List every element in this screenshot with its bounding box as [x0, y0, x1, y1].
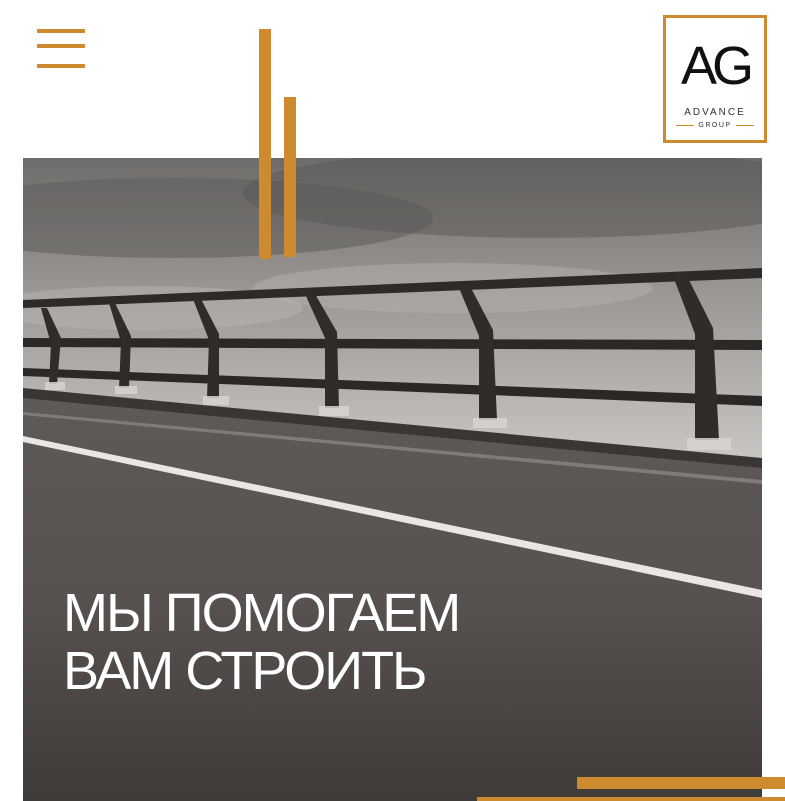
hero-title-line: МЫ ПОМОГАЕМ	[63, 583, 461, 643]
hamburger-line	[37, 44, 85, 48]
hero-title: МЫ ПОМОГАЕМ ВАМ СТРОИТЬ	[63, 583, 461, 701]
logo-rule	[735, 124, 755, 126]
logo-tagline: GROUP	[698, 121, 732, 129]
hero-photo-bridge	[23, 158, 762, 801]
logo-tagline-row: GROUP	[676, 120, 755, 130]
decorative-bar	[284, 97, 296, 257]
logo-name: ADVANCE	[684, 107, 746, 118]
hero-banner: МЫ ПОМОГАЕМ ВАМ СТРОИТЬ	[23, 158, 762, 801]
decorative-bar	[477, 797, 785, 801]
hamburger-line	[37, 64, 85, 68]
decorative-bar	[577, 777, 785, 789]
company-logo[interactable]: AG ADVANCE GROUP	[663, 15, 767, 143]
logo-rule	[676, 124, 695, 126]
hero-title-line: ВАМ СТРОИТЬ	[63, 641, 428, 701]
logo-monogram: AG	[680, 36, 754, 96]
decorative-bar	[259, 29, 271, 259]
menu-button[interactable]	[37, 29, 85, 71]
hamburger-menu-icon	[37, 29, 85, 33]
